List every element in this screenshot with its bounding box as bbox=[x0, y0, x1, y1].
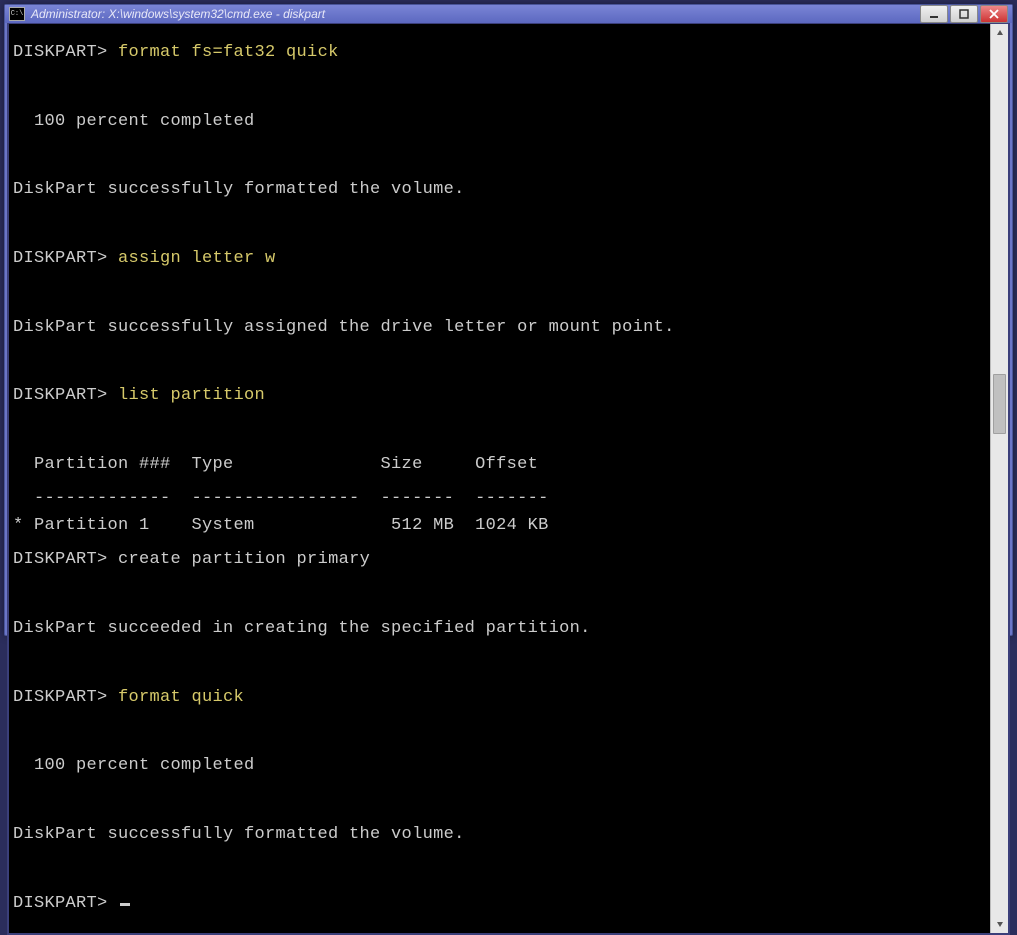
minimize-button[interactable] bbox=[920, 5, 948, 23]
output-text: 100 percent completed bbox=[13, 753, 988, 779]
diskpart-prompt: DISKPART> bbox=[13, 249, 108, 268]
command-input: assign letter w bbox=[118, 249, 276, 268]
command-input: list partition bbox=[118, 386, 265, 405]
cmd-icon: C:\ bbox=[9, 7, 25, 21]
partition-table-header: Partition ### Type Size Offset bbox=[13, 452, 988, 478]
diskpart-prompt: DISKPART> bbox=[13, 550, 108, 569]
window-controls bbox=[920, 5, 1008, 23]
output-text: DiskPart successfully formatted the volu… bbox=[13, 177, 988, 203]
command-input: format fs=fat32 quick bbox=[118, 43, 339, 62]
command-input: create partition primary bbox=[118, 550, 370, 569]
diskpart-prompt: DISKPART> bbox=[13, 386, 108, 405]
terminal-output[interactable]: DISKPART> format fs=fat32 quick 100 perc… bbox=[9, 24, 990, 933]
window-title: Administrator: X:\windows\system32\cmd.e… bbox=[31, 7, 920, 21]
diskpart-prompt: DISKPART> bbox=[13, 688, 108, 707]
terminal-container: DISKPART> format fs=fat32 quick 100 perc… bbox=[7, 23, 1010, 935]
titlebar[interactable]: C:\ Administrator: X:\windows\system32\c… bbox=[5, 5, 1012, 23]
scroll-down-arrow-icon[interactable] bbox=[991, 915, 1008, 933]
scroll-up-arrow-icon[interactable] bbox=[991, 24, 1008, 42]
output-text: 100 percent completed bbox=[13, 109, 988, 135]
cursor-icon bbox=[120, 903, 130, 906]
output-text: DiskPart successfully assigned the drive… bbox=[13, 315, 988, 341]
output-text: DiskPart successfully formatted the volu… bbox=[13, 822, 988, 848]
partition-table-row: * Partition 1 System 512 MB 1024 KB bbox=[13, 516, 549, 535]
close-button[interactable] bbox=[980, 5, 1008, 23]
diskpart-prompt: DISKPART> bbox=[13, 43, 108, 62]
vertical-scrollbar[interactable] bbox=[990, 24, 1008, 933]
partition-table-divider: ------------- ---------------- ------- -… bbox=[13, 489, 549, 508]
scroll-thumb[interactable] bbox=[993, 374, 1006, 434]
maximize-button[interactable] bbox=[950, 5, 978, 23]
cmd-window: C:\ Administrator: X:\windows\system32\c… bbox=[4, 4, 1013, 636]
diskpart-prompt: DISKPART> bbox=[13, 894, 108, 913]
command-input: format quick bbox=[118, 688, 244, 707]
scroll-track[interactable] bbox=[991, 42, 1008, 915]
output-text: DiskPart succeeded in creating the speci… bbox=[13, 616, 988, 642]
